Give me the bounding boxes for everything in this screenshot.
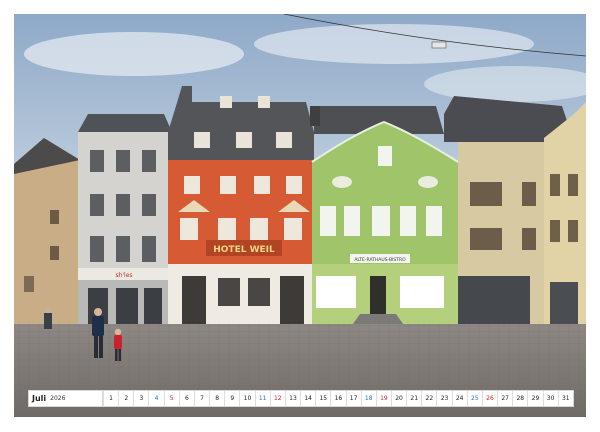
- day-cell: 26: [481, 391, 497, 406]
- day-cell: 7: [193, 391, 209, 406]
- building-right: [444, 96, 586, 328]
- day-cell: 29: [527, 391, 542, 406]
- day-cell: 10: [239, 391, 254, 406]
- calendar-photo: sh'les HOTEL WEIL ALTE-RATHAUS-BISTRO: [14, 14, 586, 417]
- calendar-strip: Juli 2026 1 2 3 4 5 6 7 8 9 10 11 12 13 14 15 16 17 18 19 2…: [28, 390, 574, 407]
- day-cell: 17: [345, 391, 361, 406]
- day-cell: 3: [133, 391, 148, 406]
- day-cell: 2: [118, 391, 133, 406]
- day-cell: 9: [224, 391, 239, 406]
- day-cell: 28: [512, 391, 527, 406]
- day-cell: 23: [436, 391, 451, 406]
- year-label: 2026: [50, 395, 66, 402]
- day-cell: 16: [330, 391, 345, 406]
- building-hotel: HOTEL WEIL: [168, 86, 314, 328]
- building-grey: sh'les: [78, 114, 172, 328]
- calendar-title: Juli 2026: [29, 391, 103, 406]
- day-cell: 31: [557, 391, 573, 406]
- day-cell: 8: [209, 391, 224, 406]
- shop-sign: sh'les: [115, 272, 132, 279]
- day-cell: 6: [178, 391, 194, 406]
- month-label: Juli: [32, 394, 47, 403]
- day-cell: 25: [466, 391, 482, 406]
- day-cell: 5: [163, 391, 179, 406]
- day-cells: 1 2 3 4 5 6 7 8 9 10 11 12 13 14 15 16 17 18 19 20 21 22 23 24 2…: [103, 391, 573, 406]
- day-cell: 14: [300, 391, 315, 406]
- day-cell: 22: [421, 391, 436, 406]
- green-house-sign: ALTE-RATHAUS-BISTRO: [354, 257, 406, 263]
- day-cell: 15: [315, 391, 330, 406]
- day-cell: 4: [148, 391, 163, 406]
- building-beige-left: [14, 138, 80, 326]
- day-cell: 18: [360, 391, 376, 406]
- day-cell: 24: [451, 391, 467, 406]
- day-cell: 20: [390, 391, 406, 406]
- day-cell: 30: [542, 391, 558, 406]
- day-cell: 1: [103, 391, 118, 406]
- day-cell: 12: [269, 391, 285, 406]
- hotel-sign: HOTEL WEIL: [213, 245, 275, 255]
- day-cell: 11: [254, 391, 270, 406]
- day-cell: 13: [284, 391, 300, 406]
- day-cell: 21: [406, 391, 421, 406]
- day-cell: 19: [375, 391, 391, 406]
- day-cell: 27: [497, 391, 512, 406]
